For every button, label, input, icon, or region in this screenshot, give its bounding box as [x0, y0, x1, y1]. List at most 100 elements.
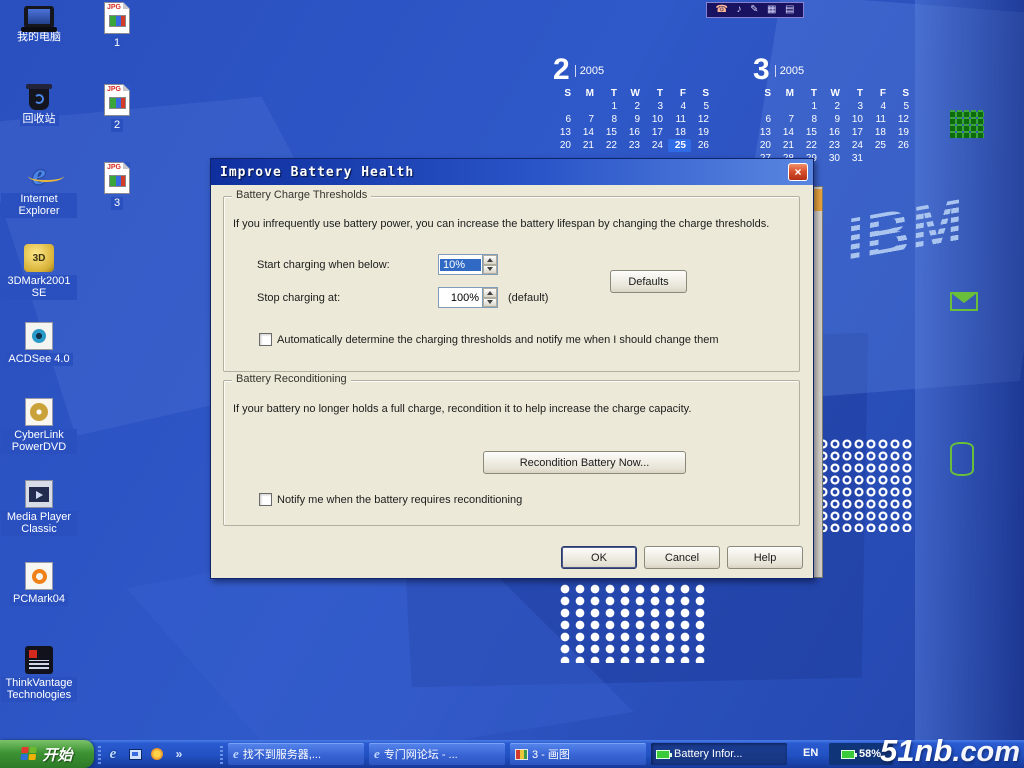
taskbar-separator [220, 744, 223, 764]
quick-launch-overflow-chevron[interactable]: » [170, 745, 188, 763]
calendar-date: 19 [691, 126, 714, 139]
start-button[interactable]: 开始 [0, 740, 94, 768]
desktop-icon-3dmark2001[interactable]: 3D 3DMark2001 SE [0, 244, 78, 300]
calendar-date: 16 [822, 126, 845, 139]
recondition-battery-button[interactable]: Recondition Battery Now... [483, 451, 686, 474]
desktop-icon-powerdvd[interactable]: CyberLink PowerDVD [0, 398, 78, 454]
calendar-year: 2005 [575, 65, 604, 77]
help-button[interactable]: Help [727, 546, 803, 569]
desktop-icon-label: 3 [111, 197, 123, 210]
desktop-icon-jpg-3[interactable]: JPG 3 [78, 162, 156, 210]
calendar-date: 19 [891, 126, 914, 139]
calendar-date: 16 [622, 126, 645, 139]
chevron-right-icon: » [176, 747, 183, 761]
desktop-icon-label: 回收站 [20, 113, 59, 126]
quick-launch-ie-icon[interactable]: e [104, 745, 122, 763]
desktop-icon-acdsee[interactable]: ACDSee 4.0 [0, 322, 78, 366]
calendar-day-header: S [691, 87, 714, 100]
close-icon[interactable]: × [788, 163, 808, 181]
task-label: 找不到服务器,... [243, 746, 321, 762]
calendar-date: 13 [553, 126, 576, 139]
background-window-tab [814, 189, 822, 211]
pcmark04-icon [25, 562, 53, 590]
calendar-grid-icon[interactable]: ▦ [767, 5, 776, 15]
quick-launch-media-icon[interactable] [148, 745, 166, 763]
jpg-file-icon: JPG [104, 84, 130, 116]
calendar-date: 9 [822, 113, 845, 126]
task-label: 专门网论坛 - ... [384, 746, 458, 762]
start-charging-label: Start charging when below: [257, 259, 390, 272]
desktop-icon-label: CyberLink PowerDVD [1, 429, 77, 454]
desktop-icon-media-player-classic[interactable]: Media Player Classic [0, 480, 78, 536]
desktop-icon-jpg-2[interactable]: JPG 2 [78, 84, 156, 132]
auto-determine-checkbox[interactable] [259, 333, 272, 346]
calendar-date: 15 [599, 126, 622, 139]
dialog-title: Improve Battery Health [220, 165, 414, 180]
calendar-date: 15 [799, 126, 822, 139]
media-icon [151, 748, 163, 760]
paint-icon [515, 749, 528, 760]
spin-up-icon[interactable] [483, 255, 497, 265]
calendar-date: 2 [622, 100, 645, 113]
calendar-date: 13 [753, 126, 776, 139]
calendar-date: 1 [799, 100, 822, 113]
stop-charging-label: Stop charging at: [257, 292, 340, 305]
phone-icon[interactable]: ☎ [716, 5, 728, 15]
calendar-month-number: 3 [753, 55, 770, 85]
green-grid-decoration [950, 110, 984, 138]
calendar-date: 14 [576, 126, 599, 139]
51nb-watermark: 51nb.com [880, 733, 1020, 768]
calendar-date: 12 [691, 113, 714, 126]
calendar-date: 11 [868, 113, 891, 126]
desktop-icon-internet-explorer[interactable]: e Internet Explorer [0, 160, 78, 218]
calendar-date: 3 [645, 100, 668, 113]
desktop-icon-label: Internet Explorer [1, 193, 77, 218]
calendar-day-header: W [622, 87, 645, 100]
desktop-icon-my-computer[interactable]: 我的电脑 [0, 6, 78, 44]
desktop-icon-jpg-1[interactable]: JPG 1 [78, 2, 156, 50]
spinner-arrows[interactable] [482, 288, 497, 307]
calendar-date: 14 [776, 126, 799, 139]
calendar-date: 21 [776, 139, 799, 152]
speaker-icon[interactable]: ♪ [737, 5, 742, 15]
ie-e-icon: e [110, 746, 117, 763]
jpg-file-icon: JPG [104, 2, 130, 34]
defaults-button[interactable]: Defaults [610, 270, 687, 293]
calendar-day-header: S [891, 87, 914, 100]
desktop-icon-label: PCMark04 [10, 593, 68, 606]
desktop-icon-thinkvantage[interactable]: ThinkVantage Technologies [0, 646, 78, 702]
notes-icon[interactable]: ▤ [785, 5, 794, 15]
calendar-date: 9 [622, 113, 645, 126]
calendar-date: 20 [753, 139, 776, 152]
recycle-bin-icon [29, 88, 49, 110]
calendar-date: 25 [868, 139, 891, 152]
ok-button[interactable]: OK [561, 546, 637, 569]
taskbar-task-forum[interactable]: e 专门网论坛 - ... [369, 743, 505, 765]
cancel-button[interactable]: Cancel [644, 546, 720, 569]
stop-threshold-spinner[interactable]: 100% [438, 287, 498, 308]
dialog-titlebar[interactable]: Improve Battery Health [211, 159, 813, 185]
calendar-date: 26 [691, 139, 714, 152]
taskbar-task-server-not-found[interactable]: e 找不到服务器,... [228, 743, 364, 765]
calendar-date: 10 [845, 113, 868, 126]
pen-icon[interactable]: ✎ [750, 5, 758, 15]
spinner-arrows[interactable] [482, 255, 497, 274]
calendar-date: 23 [822, 139, 845, 152]
start-threshold-spinner[interactable]: 10% [438, 254, 498, 275]
spin-down-icon[interactable] [483, 265, 497, 275]
notify-reconditioning-checkbox-label: Notify me when the battery requires reco… [277, 494, 757, 506]
calendar-day-header: S [553, 87, 576, 100]
notify-reconditioning-checkbox[interactable] [259, 493, 272, 506]
language-indicator[interactable]: EN [803, 747, 818, 759]
desktop-icon-label: Media Player Classic [1, 511, 77, 536]
desktop-mini-toolbar: ☎ ♪ ✎ ▦ ▤ [706, 2, 804, 18]
quick-launch-show-desktop-icon[interactable] [126, 745, 144, 763]
spin-up-icon[interactable] [483, 288, 497, 298]
spin-down-icon[interactable] [483, 298, 497, 308]
taskbar-task-paint[interactable]: 3 - 画图 [510, 743, 646, 765]
taskbar-task-battery-information[interactable]: Battery Infor... [651, 743, 787, 765]
desktop-icon-recycle-bin[interactable]: 回收站 [0, 84, 78, 126]
ie-icon: e [374, 746, 380, 762]
stop-threshold-value: 100% [439, 292, 482, 304]
desktop-icon-pcmark04[interactable]: PCMark04 [0, 562, 78, 606]
